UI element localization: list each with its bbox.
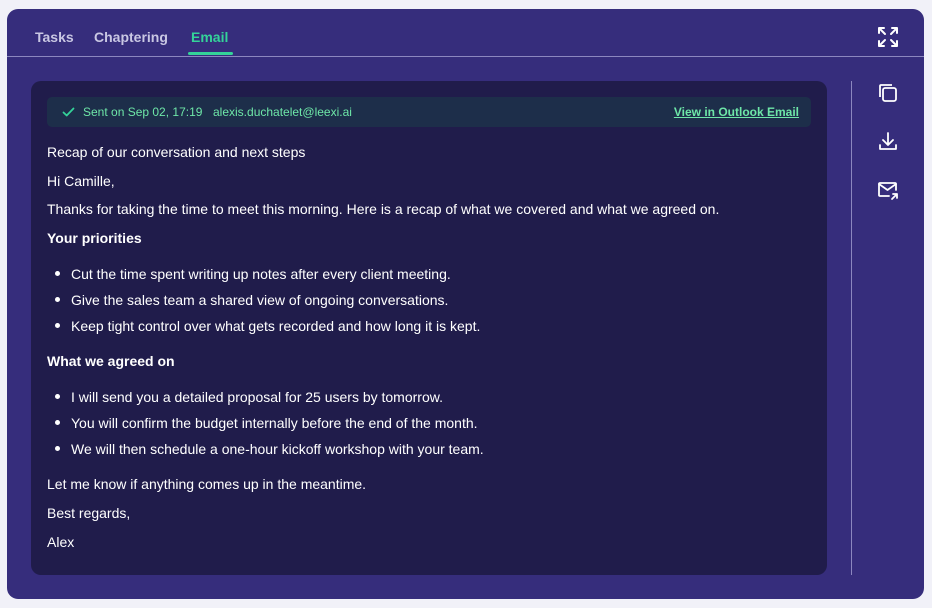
list-item: You will confirm the budget internally b… [47, 414, 807, 440]
tab-bar: Tasks Chaptering Email [7, 9, 924, 57]
list-item: Keep tight control over what gets record… [47, 317, 807, 343]
email-signature: Alex [47, 534, 75, 550]
list-item: Cut the time spent writing up notes afte… [47, 265, 807, 291]
tab-tasks[interactable]: Tasks [35, 29, 74, 45]
priorities-list: Cut the time spent writing up notes afte… [47, 265, 807, 343]
active-tab-indicator [188, 52, 233, 55]
view-in-outlook-link[interactable]: View in Outlook Email [674, 105, 799, 119]
email-subject: Recap of our conversation and next steps [47, 144, 306, 160]
email-intro: Thanks for taking the time to meet this … [47, 201, 720, 217]
copy-icon[interactable] [876, 81, 900, 105]
list-item: Give the sales team a shared view of ong… [47, 291, 807, 317]
sidebar-divider [851, 81, 852, 575]
list-item: I will send you a detailed proposal for … [47, 388, 807, 414]
tab-chaptering[interactable]: Chaptering [94, 29, 168, 45]
sent-status-bar: Sent on Sep 02, 17:19 alexis.duchatelet@… [47, 97, 811, 127]
sender-address: alexis.duchatelet@leexi.ai [213, 105, 352, 119]
sent-timestamp: Sent on Sep 02, 17:19 [83, 105, 203, 119]
section-heading-priorities: Your priorities [47, 230, 142, 246]
check-icon [62, 106, 75, 118]
section-heading-agreed: What we agreed on [47, 353, 175, 369]
download-icon[interactable] [876, 130, 900, 154]
mail-forward-icon[interactable] [876, 178, 900, 202]
agreed-list: I will send you a detailed proposal for … [47, 388, 807, 466]
expand-icon[interactable] [877, 26, 899, 48]
email-closing: Let me know if anything comes up in the … [47, 476, 367, 492]
tab-email[interactable]: Email [191, 29, 228, 45]
list-item: We will then schedule a one-hour kickoff… [47, 440, 807, 466]
email-card: Sent on Sep 02, 17:19 alexis.duchatelet@… [31, 81, 827, 575]
email-greeting: Hi Camille, [47, 173, 115, 189]
email-signoff: Best regards, [47, 505, 131, 521]
